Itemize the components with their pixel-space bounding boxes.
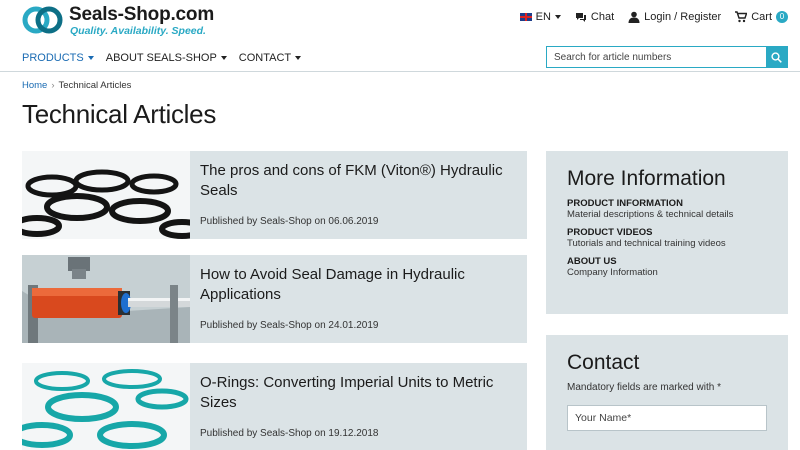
nav-item-contact[interactable]: CONTACT: [238, 52, 302, 64]
contact-panel: Contact Mandatory fields are marked with…: [546, 335, 788, 450]
language-label: EN: [535, 11, 551, 23]
black-o-rings-image: [22, 151, 190, 239]
main-nav: PRODUCTS ABOUT SEALS-SHOP CONTACT: [22, 52, 313, 64]
breadcrumb: Home › Technical Articles: [22, 80, 131, 91]
brand-name: Seals-Shop.com: [69, 4, 215, 25]
article-card[interactable]: The pros and cons of FKM (Viton®) Hydrau…: [22, 151, 527, 239]
more-information-panel: More Information PRODUCT INFORMATION Mat…: [546, 151, 788, 314]
nav-item-label: ABOUT SEALS-SHOP: [105, 52, 217, 64]
chevron-down-icon: [554, 15, 561, 19]
article-title[interactable]: O-Rings: Converting Imperial Units to Me…: [200, 373, 517, 413]
article-meta: Published by Seals-Shop on 19.12.2018: [200, 428, 379, 439]
breadcrumb-separator: ›: [51, 80, 55, 91]
article-body: O-Rings: Converting Imperial Units to Me…: [190, 363, 527, 450]
chat-icon: [575, 13, 586, 22]
login-label: Login / Register: [644, 11, 722, 23]
search-icon: [771, 51, 782, 63]
user-icon: [628, 11, 640, 23]
more-information-title: More Information: [567, 167, 726, 190]
language-selector[interactable]: EN: [519, 11, 561, 23]
name-field[interactable]: [567, 405, 767, 431]
contact-title: Contact: [567, 351, 640, 374]
cart-icon: [735, 11, 748, 23]
chat-label: Chat: [590, 11, 615, 23]
search-bar: [546, 46, 788, 68]
nav-item-about[interactable]: ABOUT SEALS-SHOP: [106, 52, 227, 64]
uk-flag-icon: [519, 13, 532, 21]
article-title[interactable]: How to Avoid Seal Damage in Hydraulic Ap…: [200, 265, 517, 305]
article-title[interactable]: The pros and cons of FKM (Viton®) Hydrau…: [200, 161, 517, 201]
login-register-link[interactable]: Login / Register: [628, 11, 721, 23]
cart-link[interactable]: Cart 0: [735, 11, 788, 23]
article-body: The pros and cons of FKM (Viton®) Hydrau…: [190, 151, 527, 239]
site-logo[interactable]: Seals-Shop.com Quality. Availability. Sp…: [22, 4, 214, 37]
chevron-down-icon: [220, 56, 227, 60]
chat-link[interactable]: Chat: [575, 11, 614, 23]
entry-heading: PRODUCT VIDEOS: [567, 227, 653, 238]
chevron-down-icon: [295, 56, 302, 60]
article-card[interactable]: How to Avoid Seal Damage in Hydraulic Ap…: [22, 255, 527, 343]
cart-label: Cart: [751, 11, 772, 23]
entry-description: Tutorials and technical training videos: [567, 238, 726, 249]
mandatory-fields-note: Mandatory fields are marked with *: [567, 382, 721, 393]
article-thumbnail-teal-o-rings[interactable]: [22, 363, 190, 450]
entry-heading: ABOUT US: [567, 256, 617, 267]
article-meta: Published by Seals-Shop on 24.01.2019: [200, 320, 379, 331]
breadcrumb-home-link[interactable]: Home: [22, 80, 47, 91]
logo-rings-icon: [22, 6, 63, 34]
search-button[interactable]: [766, 47, 787, 67]
nav-item-products[interactable]: PRODUCTS: [22, 52, 94, 64]
entry-description: Material descriptions & technical detail…: [567, 209, 734, 220]
nav-item-label: PRODUCTS: [22, 52, 84, 64]
brand-tagline: Quality. Availability. Speed.: [70, 25, 206, 37]
more-info-entry-about-us[interactable]: ABOUT US Company Information: [567, 256, 768, 278]
article-card[interactable]: O-Rings: Converting Imperial Units to Me…: [22, 363, 527, 450]
entry-description: Company Information: [567, 267, 658, 278]
chevron-down-icon: [87, 56, 94, 60]
search-input[interactable]: [547, 47, 766, 67]
article-meta: Published by Seals-Shop on 06.06.2019: [200, 216, 379, 227]
article-body: How to Avoid Seal Damage in Hydraulic Ap…: [190, 255, 527, 343]
hydraulic-cylinder-image: [22, 255, 190, 343]
top-links: EN Chat Login / Register Cart 0: [506, 11, 788, 23]
breadcrumb-current: Technical Articles: [58, 80, 132, 91]
cart-count-badge: 0: [776, 11, 788, 23]
article-thumbnail-black-o-rings[interactable]: [22, 151, 190, 239]
page-title: Technical Articles: [22, 99, 217, 129]
more-info-entry-product-videos[interactable]: PRODUCT VIDEOS Tutorials and technical t…: [567, 227, 768, 249]
more-info-entry-product-information[interactable]: PRODUCT INFORMATION Material description…: [567, 198, 768, 220]
header-divider: [0, 71, 800, 72]
entry-heading: PRODUCT INFORMATION: [567, 198, 683, 209]
nav-item-label: CONTACT: [238, 52, 292, 64]
article-thumbnail-hydraulic-cylinder[interactable]: [22, 255, 190, 343]
teal-o-rings-image: [22, 363, 190, 450]
